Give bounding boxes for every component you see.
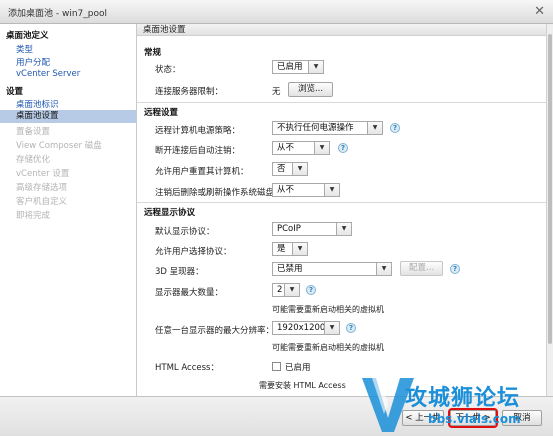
chevron-down-icon: ▼ [376,263,391,275]
max-monitors-select[interactable]: 2 ▼ [272,283,300,297]
default-protocol-label: 默认显示协议： [155,227,215,237]
auto-logoff-label: 断开连接后自动注销： [155,146,241,156]
sidebar-item-pool-settings[interactable]: 桌面池设置 [0,110,136,123]
allow-reset-select[interactable]: 否 ▼ [272,162,308,176]
allow-reset-value: 否 [277,164,286,174]
section-display-title: 远程显示协议 [144,208,196,218]
sidebar-item-ready-to-complete: 即将完成 [16,211,51,221]
panel-header: 桌面池设置 [137,24,546,36]
html-access-checkbox[interactable] [272,362,281,371]
default-protocol-value: PCoIP [277,224,301,234]
watermark-url: bbs.vlais.com [428,412,521,426]
help-icon[interactable]: ? [306,285,316,295]
max-resolution-select[interactable]: 1920x1200 ▼ [272,321,340,335]
chevron-down-icon: ▼ [336,223,351,235]
configure-button[interactable]: 配置... [400,261,443,276]
allow-choose-protocol-value: 是 [277,244,286,254]
connection-restriction-value: 无 [272,87,281,97]
sidebar-item-view-composer-disks: View Composer 磁盘 [16,141,102,151]
sidebar-group-pool-definition: 桌面池定义 [6,31,49,41]
chevron-down-icon: ▼ [284,284,299,296]
help-icon[interactable]: ? [390,123,400,133]
max-resolution-value: 1920x1200 [277,323,326,333]
close-icon[interactable]: ✕ [534,4,545,19]
delete-refresh-label: 注销后删除或刷新操作系统磁盘： [155,188,283,198]
watermark-text: 攻城狮论坛 [405,386,521,411]
chevron-down-icon: ▼ [314,142,329,154]
chevron-down-icon: ▼ [308,61,323,73]
3d-renderer-value: 已禁用 [277,264,303,274]
divider [137,202,546,203]
help-icon[interactable]: ? [346,323,356,333]
window-title: 添加桌面池 - win7_pool [8,9,107,19]
chevron-down-icon: ▼ [292,163,307,175]
chevron-down-icon: ▼ [324,184,339,196]
sidebar-item-pool-id[interactable]: 桌面池标识 [16,98,59,110]
auto-logoff-select[interactable]: 从不 ▼ [272,141,330,155]
sidebar-item-advanced-storage: 高级存储选项 [16,183,68,193]
wizard-sidebar: 桌面池定义 类型 用户分配 vCenter Server 设置 桌面池标识 桌面… [0,24,137,396]
allow-reset-label: 允许用户重置其计算机： [155,167,249,177]
restart-note: 可能需要重新启动相关的虚拟机 [272,343,384,352]
3d-renderer-select[interactable]: 已禁用 ▼ [272,262,392,276]
chevron-down-icon: ▼ [367,122,382,134]
section-remote-title: 远程设置 [144,108,179,118]
chevron-down-icon: ▼ [292,243,307,255]
delete-refresh-select[interactable]: 从不 ▼ [272,183,340,197]
divider [137,102,546,103]
auto-logoff-value: 从不 [277,143,295,153]
help-icon[interactable]: ? [338,143,348,153]
delete-refresh-value: 从不 [277,185,295,195]
vertical-scrollbar[interactable] [546,24,553,396]
watermark: 攻城狮论坛 bbs.vlais.com [358,374,553,436]
power-policy-select[interactable]: 不执行任何电源操作 ▼ [272,121,383,135]
sidebar-item-vcenter-server[interactable]: vCenter Server [16,69,80,79]
sidebar-item-guest-customization: 客户机自定义 [16,197,68,207]
scrollbar-thumb[interactable] [548,34,552,344]
sidebar-item-storage-optimization: 存储优化 [16,155,51,165]
state-select[interactable]: 已启用 ▼ [272,60,324,74]
allow-choose-protocol-label: 允许用户选择协议： [155,247,232,257]
settings-panel: 桌面池设置 常规 状态： 已启用 ▼ 连接服务器限制： 无 浏览... 远程设置… [137,24,546,396]
power-policy-label: 远程计算机电源策略： [155,126,241,136]
connection-restriction-label: 连接服务器限制： [155,87,224,97]
browse-button[interactable]: 浏览... [288,82,333,97]
sidebar-item-type[interactable]: 类型 [16,43,33,55]
html-access-enabled-label: 已启用 [285,363,311,373]
max-monitors-value: 2 [277,285,283,295]
section-general-title: 常规 [144,48,162,58]
chevron-down-icon: ▼ [324,322,339,334]
help-icon[interactable]: ? [450,264,460,274]
title-bar: 添加桌面池 - win7_pool ✕ [0,0,553,24]
state-value: 已启用 [277,62,303,72]
state-label: 状态： [155,65,181,75]
sidebar-item-vcenter-settings: vCenter 设置 [16,169,70,179]
restart-note: 可能需要重新启动相关的虚拟机 [272,305,384,314]
max-resolution-label: 任意一台显示器的最大分辨率： [155,326,275,336]
default-protocol-select[interactable]: PCoIP ▼ [272,222,352,236]
3d-renderer-label: 3D 呈现器： [155,267,204,277]
html-access-label: HTML Access： [155,363,219,373]
max-monitors-label: 显示器最大数量： [155,288,224,298]
html-access-note: 需要安装 HTML Access [259,381,346,390]
power-policy-value: 不执行任何电源操作 [277,123,354,133]
sidebar-item-provisioning: 置备设置 [16,127,51,137]
sidebar-group-settings: 设置 [6,87,24,97]
sidebar-item-user-assignment[interactable]: 用户分配 [16,56,50,68]
allow-choose-protocol-select[interactable]: 是 ▼ [272,242,308,256]
